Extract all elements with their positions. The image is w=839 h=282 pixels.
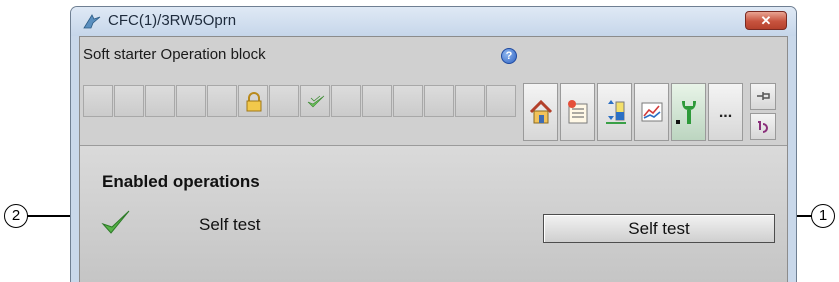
return-icon	[758, 121, 768, 133]
status-cell	[331, 85, 361, 117]
pin-icon	[757, 92, 770, 100]
operations-area: Enabled operations Self test Self test	[80, 146, 787, 282]
lock-icon	[246, 92, 262, 112]
close-button[interactable]: ✕	[745, 11, 787, 30]
block-name-label: Soft starter Operation block	[83, 46, 266, 63]
window-title: CFC(1)/3RW5Oprn	[108, 12, 237, 29]
faceplate: Soft starter Operation block ? ... Enabl…	[79, 36, 788, 282]
self-test-button[interactable]: Self test	[543, 214, 775, 243]
callout-2: 2	[4, 204, 28, 228]
status-cell	[455, 85, 485, 117]
status-cell	[176, 85, 206, 117]
status-cell	[393, 85, 423, 117]
help-icon[interactable]: ?	[501, 48, 517, 64]
trend-button[interactable]	[634, 83, 669, 141]
more-icon: ...	[718, 104, 733, 121]
maintenance-icon	[676, 101, 696, 124]
section-title: Enabled operations	[102, 172, 260, 191]
status-cell	[207, 85, 237, 117]
callout-1: 1	[811, 204, 835, 228]
close-icon: ✕	[760, 13, 772, 28]
status-cell	[238, 85, 268, 117]
app-icon	[83, 14, 101, 29]
side-buttons	[750, 83, 776, 143]
status-cell	[114, 85, 144, 117]
parameter-button[interactable]	[597, 83, 632, 141]
check-icon	[307, 95, 325, 108]
enabled-check-icon	[101, 210, 130, 234]
status-cell	[300, 85, 330, 117]
status-cell	[424, 85, 454, 117]
status-cell	[269, 85, 299, 117]
status-cell	[362, 85, 392, 117]
more-button[interactable]: ...	[708, 83, 743, 141]
status-bar	[83, 85, 517, 117]
operation-label: Self test	[199, 215, 261, 234]
status-cell	[83, 85, 113, 117]
home-button[interactable]	[523, 83, 558, 141]
message-list-icon	[568, 100, 588, 124]
parameter-icon	[606, 100, 626, 124]
message-list-button[interactable]	[560, 83, 595, 141]
status-cell	[486, 85, 516, 117]
return-button[interactable]	[750, 113, 776, 140]
title-bar[interactable]: CFC(1)/3RW5Oprn ✕	[71, 7, 796, 36]
maintenance-button[interactable]	[671, 83, 706, 141]
pin-button[interactable]	[750, 83, 776, 110]
status-cell	[145, 85, 175, 117]
trend-icon	[641, 102, 663, 122]
faceplate-window: CFC(1)/3RW5Oprn ✕ Soft starter Operation…	[70, 6, 797, 282]
view-toolbar: ...	[523, 83, 745, 141]
home-icon	[529, 99, 553, 124]
